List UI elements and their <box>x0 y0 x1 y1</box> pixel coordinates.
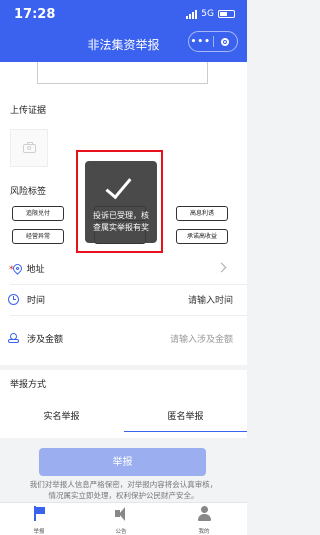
risk-tag[interactable]: 承诺高收益 <box>176 229 228 244</box>
upload-evidence-button[interactable] <box>10 129 48 167</box>
risk-tag[interactable]: 经营异常 <box>12 229 64 244</box>
time-label: 时间 <box>27 295 46 306</box>
privacy-notice: 我们对举报人信息严格保密，对举报内容将会认真审核， 情况属实立即处理，权利保护公… <box>29 480 218 500</box>
money-bag-icon <box>8 333 20 344</box>
tabbar-item-report[interactable]: 举报 <box>19 506 59 535</box>
network-type: 5G <box>201 9 214 19</box>
flag-icon <box>33 506 45 521</box>
upload-evidence-label: 上传证据 <box>10 106 47 116</box>
active-tab-indicator <box>124 431 247 432</box>
risk-tag[interactable]: 追限兑付 <box>12 206 64 221</box>
description-textarea[interactable] <box>37 62 208 84</box>
chevron-right-icon <box>216 262 227 273</box>
tab-anonymous[interactable]: 匿名举报 <box>124 404 247 430</box>
speaker-icon <box>114 506 128 521</box>
divider <box>10 315 247 316</box>
bottom-tabbar: 举报 公告 我的 <box>0 502 247 535</box>
close-miniprogram-button[interactable] <box>214 37 238 46</box>
clock-icon <box>8 294 19 305</box>
user-icon <box>197 506 211 521</box>
address-label: * 地址 <box>9 264 45 275</box>
amount-row: 涉及金额 请输入涉及金额 <box>0 324 247 352</box>
risk-tags-label: 风险标签 <box>10 187 47 197</box>
signal-icon <box>186 9 198 19</box>
tabbar-item-announcements[interactable]: 公告 <box>101 506 141 535</box>
time-input[interactable]: 请输入时间 <box>188 293 233 306</box>
report-method-label: 举报方式 <box>10 380 47 390</box>
app-header: 17:28 5G 非法集资举报 ••• <box>0 0 247 62</box>
tabbar-item-me[interactable]: 我的 <box>184 506 224 535</box>
time-row[interactable]: 时间 请输入时间 <box>0 285 247 313</box>
more-button[interactable]: ••• <box>189 37 213 47</box>
target-icon <box>221 37 230 46</box>
amount-input[interactable]: 请输入涉及金额 <box>170 332 233 345</box>
tab-real-name[interactable]: 实名举报 <box>0 404 123 430</box>
address-row[interactable]: * 地址 <box>0 254 247 282</box>
amount-label: 涉及金额 <box>27 334 64 345</box>
highlight-annotation <box>76 150 163 253</box>
status-time: 17:28 <box>14 7 56 22</box>
camera-icon <box>22 141 36 153</box>
miniprogram-capsule: ••• <box>188 31 238 52</box>
risk-tag[interactable]: 高息利诱 <box>176 206 228 221</box>
status-indicators: 5G <box>186 9 235 19</box>
battery-icon <box>218 10 235 18</box>
submit-report-button[interactable]: 举报 <box>39 448 206 476</box>
